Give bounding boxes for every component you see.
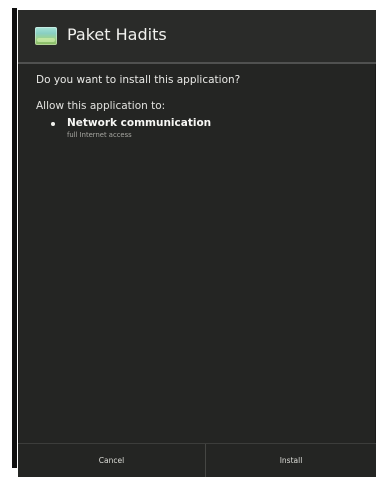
permission-description: full Internet access <box>67 131 132 139</box>
screen-top-edge <box>0 0 376 10</box>
dialog-title: Paket Hadits <box>67 25 167 44</box>
screen-side-strip <box>12 8 17 468</box>
install-app-dialog: Paket Hadits Do you want to install this… <box>18 10 376 477</box>
dialog-actions: Cancel Install <box>18 443 376 477</box>
cancel-button[interactable]: Cancel <box>18 444 205 477</box>
app-icon <box>35 27 57 45</box>
permissions-header: Allow this application to: <box>36 100 166 112</box>
bullet-icon <box>51 122 55 126</box>
permission-item-network-communication: Network communication full Internet acce… <box>51 116 331 144</box>
screenshot-frame: Paket Hadits Do you want to install this… <box>0 0 376 477</box>
install-question: Do you want to install this application? <box>36 74 241 86</box>
permission-title: Network communication <box>67 117 212 129</box>
screen-left-edge <box>0 0 18 476</box>
dialog-title-bar: Paket Hadits <box>18 10 376 64</box>
install-button[interactable]: Install <box>206 444 376 477</box>
